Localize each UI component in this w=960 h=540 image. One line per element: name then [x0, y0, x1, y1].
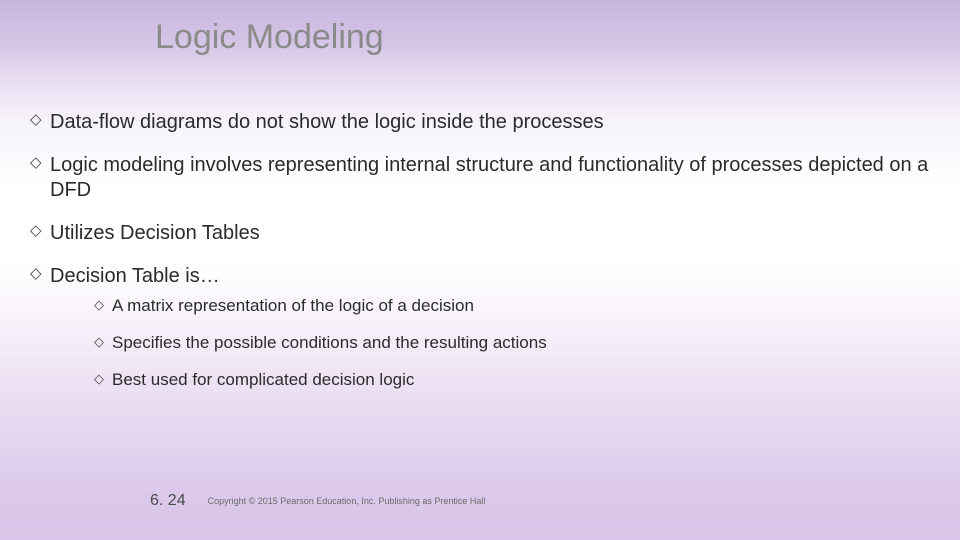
sub-bullet-item: Specifies the possible conditions and th…	[94, 332, 930, 355]
slide-content: Data-flow diagrams do not show the logic…	[30, 110, 930, 410]
slide-footer: 6. 24 Copyright © 2015 Pearson Education…	[150, 492, 485, 510]
bullet-item: Decision Table is… A matrix representati…	[30, 264, 930, 392]
sub-bullet-item: A matrix representation of the logic of …	[94, 295, 930, 318]
sub-bullet-item: Best used for complicated decision logic	[94, 369, 930, 392]
slide-title: Logic Modeling	[155, 18, 384, 57]
bullet-item: Logic modeling involves representing int…	[30, 153, 930, 203]
sub-bullet-list: A matrix representation of the logic of …	[94, 295, 930, 392]
bullet-item: Utilizes Decision Tables	[30, 221, 930, 246]
page-number: 6. 24	[150, 492, 186, 510]
bullet-item: Data-flow diagrams do not show the logic…	[30, 110, 930, 135]
copyright-text: Copyright © 2015 Pearson Education, Inc.…	[208, 496, 486, 506]
bullet-text: Decision Table is…	[50, 265, 220, 287]
